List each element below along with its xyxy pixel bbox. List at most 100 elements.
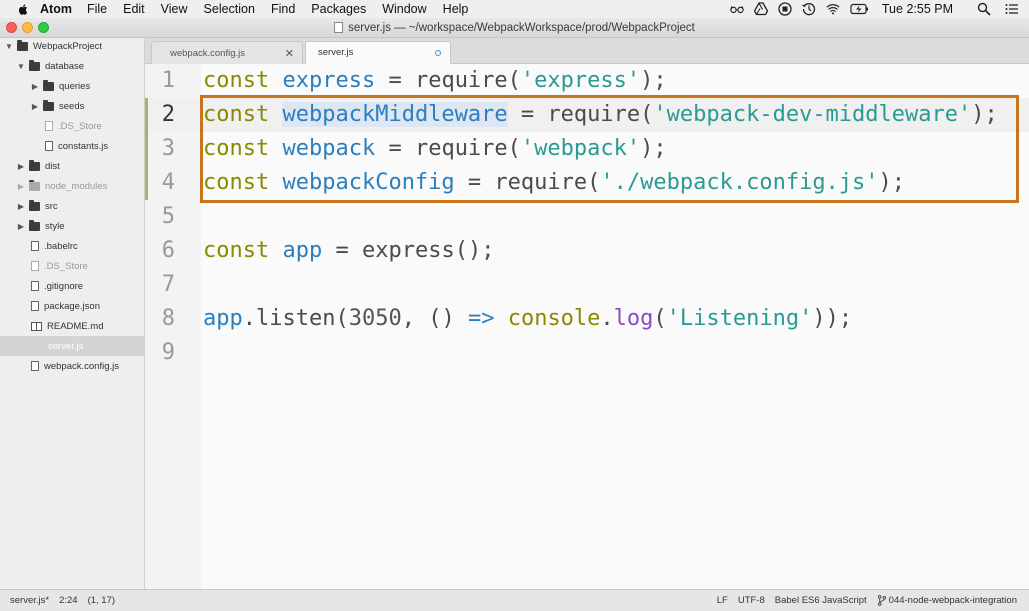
code-line[interactable]: 1 const express = require('express'); [145,64,1029,98]
chevron-right-icon[interactable]: ▶ [30,102,40,111]
window-minimize-button[interactable] [22,22,33,33]
tree-item-seeds[interactable]: ▶ seeds [30,96,84,116]
code-line[interactable]: 7 [145,268,1029,302]
notification-center-icon[interactable] [1005,2,1019,16]
app-menu[interactable]: Atom [40,2,72,16]
time-machine-icon[interactable] [802,2,816,16]
chevron-down-icon[interactable]: ▼ [4,42,14,51]
wifi-icon[interactable] [826,2,840,16]
tree-item-label: server.js [48,340,84,352]
code-line[interactable]: 9 [145,336,1029,370]
chevron-right-icon[interactable]: ▶ [16,162,26,171]
tree-item-readme[interactable]: README.md [31,316,103,336]
tree-item-server-js[interactable]: server.js [0,336,145,356]
status-selection-count[interactable]: (1, 17) [88,595,115,606]
status-grammar[interactable]: Babel ES6 JavaScript [775,595,867,606]
code-line[interactable]: 4 const webpackConfig = require('./webpa… [145,166,1029,200]
tree-item-src[interactable]: ▶ src [16,196,58,216]
code-text: const app = express(); [203,238,495,263]
book-icon [31,321,42,331]
modified-indicator-icon[interactable] [435,50,441,56]
tree-item-label: webpack.config.js [44,360,119,372]
menu-selection[interactable]: Selection [204,2,255,16]
battery-charging-icon[interactable] [850,2,870,16]
tree-item-style[interactable]: ▶ style [16,216,65,236]
window-zoom-button[interactable] [38,22,49,33]
tree-item-babelrc[interactable]: .babelrc [29,236,78,256]
status-git-branch[interactable]: 044-node-webpack-integration [877,595,1017,606]
code-editor[interactable]: 1 const express = require('express'); 2 … [145,64,1029,589]
file-icon [31,241,39,251]
menu-window[interactable]: Window [382,2,426,16]
menu-find[interactable]: Find [271,2,295,16]
code-text: const express = require('express'); [203,68,667,93]
drive-icon[interactable] [753,2,768,16]
code-text: app.listen(3050, () => console.log('List… [203,306,853,331]
close-icon[interactable]: ✕ [285,47,294,60]
line-number: 9 [161,340,175,365]
status-line-ending[interactable]: LF [717,595,728,606]
status-cursor-position[interactable]: 2:24 [59,595,78,606]
chevron-right-icon[interactable]: ▶ [30,82,40,91]
tree-item-ds-store[interactable]: .DS_Store [43,116,102,136]
branch-label: 044-node-webpack-integration [888,595,1017,606]
tree-item-queries[interactable]: ▶ queries [30,76,90,96]
tree-item-dist[interactable]: ▶ dist [16,156,60,176]
tree-item-label: seeds [59,100,85,112]
chevron-right-icon[interactable]: ▶ [16,182,26,191]
tree-item-label: package.json [44,300,100,312]
glasses-icon[interactable] [730,2,744,16]
document-icon [334,22,344,33]
menu-bar: Atom File Edit View Selection Find Packa… [0,0,1029,18]
line-number: 6 [161,238,175,263]
apple-icon[interactable] [16,2,30,16]
tab-webpack-config[interactable]: webpack.config.js ✕ [151,41,303,64]
tree-item-ds-store-root[interactable]: .DS_Store [29,256,88,276]
tree-item-root[interactable]: ▼ WebpackProject [4,36,102,56]
tree-item-label: .DS_Store [58,120,102,132]
tree-item-constants[interactable]: constants.js [43,136,108,156]
menubar-clock[interactable]: Tue 2:55 PM [882,2,953,16]
window-title-bar: server.js — ~/workspace/WebpackWorkspace… [0,18,1029,38]
status-bar: server.js* 2:24 (1, 17) LF UTF-8 Babel E… [0,589,1029,611]
code-text: const webpackMiddleware = require('webpa… [203,102,998,127]
menu-view[interactable]: View [161,2,188,16]
tree-item-webpack-config[interactable]: webpack.config.js [29,356,119,376]
chevron-right-icon[interactable]: ▶ [16,202,26,211]
line-number: 4 [161,170,175,195]
chevron-right-icon[interactable]: ▶ [16,222,26,231]
line-number: 1 [161,68,175,93]
tree-item-label: constants.js [58,140,109,152]
tree-item-gitignore[interactable]: .gitignore [29,276,83,296]
tab-server-js[interactable]: server.js [305,41,451,64]
code-text: const webpack = require('webpack'); [203,136,667,161]
code-line[interactable]: 3 const webpack = require('webpack'); [145,132,1029,166]
tree-item-label: dist [45,160,60,172]
code-line[interactable]: 6 const app = express(); [145,234,1029,268]
tree-item-label: database [45,60,85,72]
record-icon[interactable] [778,2,792,16]
folder-icon [29,179,40,191]
chevron-down-icon[interactable]: ▼ [16,62,26,71]
window-title: server.js — ~/workspace/WebpackWorkspace… [348,21,695,34]
search-icon[interactable] [977,2,991,16]
code-line[interactable]: 8 app.listen(3050, () => console.log('Li… [145,302,1029,336]
menu-edit[interactable]: Edit [123,2,145,16]
menu-file[interactable]: File [87,2,107,16]
menu-help[interactable]: Help [443,2,469,16]
code-line-active[interactable]: 2 const webpackMiddleware = require('web… [145,98,1029,132]
tree-item-label: node_modules [45,180,108,192]
tab-label: webpack.config.js [170,47,245,59]
menu-packages[interactable]: Packages [311,2,366,16]
tree-item-package-json[interactable]: package.json [29,296,100,316]
file-icon [45,141,53,151]
code-line[interactable]: 5 [145,200,1029,234]
code-text: const webpackConfig = require('./webpack… [203,170,906,195]
tab-bar: webpack.config.js ✕ server.js [145,38,1029,64]
status-file-name[interactable]: server.js* [10,595,49,606]
tree-item-node-modules[interactable]: ▶ node_modules [16,176,107,196]
folder-icon [29,199,40,211]
tree-item-database[interactable]: ▼ database [16,56,84,76]
status-encoding[interactable]: UTF-8 [738,595,765,606]
window-close-button[interactable] [6,22,17,33]
